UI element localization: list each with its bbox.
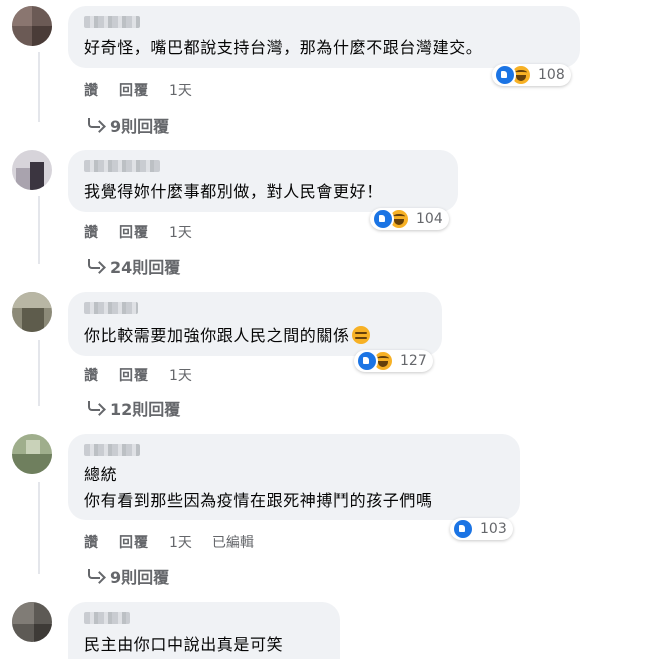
comment-actions: 讚 回覆 1天 [84, 80, 192, 100]
avatar[interactable] [12, 6, 52, 46]
like-button[interactable]: 讚 [84, 532, 99, 552]
thread-line [38, 340, 40, 406]
thread-line [38, 196, 40, 264]
reaction-summary[interactable]: 127 [354, 350, 433, 372]
view-replies-link[interactable]: 9則回覆 [86, 113, 169, 137]
reply-arrow-icon [86, 569, 104, 583]
comment-bubble: 總統 你有看到那些因為疫情在跟死神搏鬥的孩子們嗎 [68, 434, 520, 520]
reply-arrow-icon [86, 401, 104, 415]
comment-actions: 讚 回覆 1天 已編輯 [84, 532, 254, 552]
like-reaction-icon [494, 64, 516, 86]
comment-text-line2: 你有看到那些因為疫情在跟死神搏鬥的孩子們嗎 [84, 491, 433, 510]
reaction-count: 103 [480, 521, 507, 537]
timestamp[interactable]: 1天 [169, 80, 192, 100]
avatar[interactable] [12, 150, 52, 190]
comment-bubble: 你比較需要加強你跟人民之間的關係 [68, 292, 442, 356]
comment-actions: 讚 回覆 1天 [84, 222, 192, 242]
thread-line [38, 482, 40, 574]
reply-button[interactable]: 回覆 [119, 80, 149, 100]
timestamp[interactable]: 1天 [169, 365, 192, 385]
reaction-summary[interactable]: 103 [450, 518, 513, 540]
comment-text-line1: 總統 [84, 465, 118, 484]
author-name-redacted[interactable] [84, 444, 140, 456]
comment-text: 你比較需要加強你跟人民之間的關係 [84, 325, 370, 347]
comment-actions: 讚 回覆 1天 [84, 365, 192, 385]
replies-count: 9則回覆 [110, 117, 170, 136]
comment-bubble: 民主由你口中說出真是可笑 [68, 602, 340, 659]
reply-button[interactable]: 回覆 [119, 365, 149, 385]
replies-count: 12則回覆 [110, 400, 181, 419]
expressionless-face-icon [351, 326, 370, 344]
timestamp[interactable]: 1天 [169, 532, 192, 552]
view-replies-link[interactable]: 24則回覆 [86, 254, 180, 278]
author-name-redacted[interactable] [84, 160, 160, 172]
comment-text-content: 你比較需要加強你跟人民之間的關係 [84, 326, 350, 345]
reaction-count: 104 [416, 211, 443, 227]
reaction-count: 108 [538, 67, 565, 83]
avatar[interactable] [12, 602, 52, 642]
like-reaction-icon [452, 518, 474, 540]
reply-arrow-icon [86, 118, 104, 132]
avatar[interactable] [12, 292, 52, 332]
timestamp[interactable]: 1天 [169, 222, 192, 242]
view-replies-link[interactable]: 12則回覆 [86, 396, 180, 420]
replies-count: 24則回覆 [110, 258, 181, 277]
reply-arrow-icon [86, 259, 104, 273]
comment-text: 好奇怪，嘴巴都說支持台灣，那為什麼不跟台灣建交。 [84, 38, 483, 57]
reply-button[interactable]: 回覆 [119, 532, 149, 552]
like-button[interactable]: 讚 [84, 80, 99, 100]
author-name-redacted[interactable] [84, 302, 138, 314]
thread-line [38, 52, 40, 122]
comment-text: 民主由你口中說出真是可笑 [84, 635, 284, 654]
view-replies-link[interactable]: 9則回覆 [86, 564, 169, 588]
edited-label: 已編輯 [211, 535, 254, 551]
like-button[interactable]: 讚 [84, 222, 99, 242]
reaction-count: 127 [400, 353, 427, 369]
author-name-redacted[interactable] [84, 16, 140, 28]
comment-text: 我覺得妳什麼事都別做，對人民會更好！ [84, 182, 383, 201]
reaction-summary[interactable]: 108 [492, 64, 571, 86]
comment-bubble: 我覺得妳什麼事都別做，對人民會更好！ [68, 150, 458, 212]
like-reaction-icon [372, 208, 394, 230]
author-name-redacted[interactable] [84, 612, 130, 624]
replies-count: 9則回覆 [110, 568, 170, 587]
reply-button[interactable]: 回覆 [119, 222, 149, 242]
like-button[interactable]: 讚 [84, 365, 99, 385]
avatar[interactable] [12, 434, 52, 474]
comment-bubble: 好奇怪，嘴巴都說支持台灣，那為什麼不跟台灣建交。 [68, 6, 580, 68]
like-reaction-icon [356, 350, 378, 372]
reaction-summary[interactable]: 104 [370, 208, 449, 230]
